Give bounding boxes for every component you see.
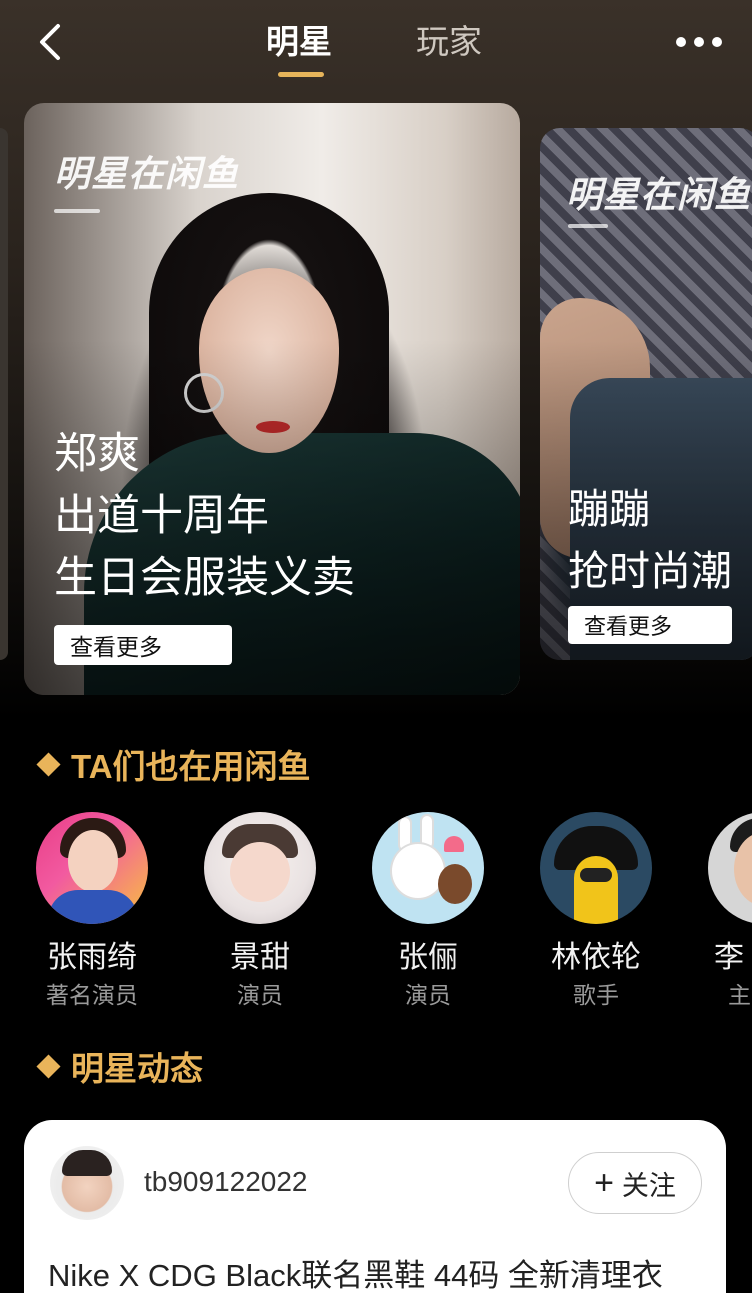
banner-title-line: 生日会服装义卖 [54,554,355,602]
celebrity-name: 张雨绮 [47,941,137,974]
celebrity-item[interactable]: 张俪 演员 [344,812,512,1010]
celebrity-role: 歌手 [573,982,619,1008]
post-text: Nike X CDG Black联名黑鞋 44码 全新清理衣 [48,1258,663,1293]
celebrity-name: 景甜 [230,941,290,974]
tab-players[interactable]: 玩家 [416,20,482,64]
celebrity-item[interactable]: 张雨绮 著名演员 [8,812,176,1010]
banner-title-line: 出道十周年 [54,492,269,540]
banner-logo-bar [54,209,100,213]
follow-button[interactable]: + 关注 [568,1152,702,1214]
avatar[interactable] [372,812,484,924]
diamond-icon [36,1053,61,1079]
banner-card-zheng-shuang[interactable]: 明星在闲鱼 郑爽 出道十周年 生日会服装义卖 查看更多 [24,103,520,695]
view-more-button[interactable]: 查看更多 [54,625,232,665]
diamond-icon [36,751,61,777]
avatar[interactable] [50,1146,124,1220]
banner-logo: 明星在闲鱼 [54,153,240,194]
view-more-button[interactable]: 查看更多 [568,606,732,644]
banner-title: 蹦蹦 抢时尚潮 [568,478,732,602]
avatar[interactable] [204,812,316,924]
celebrity-role: 演员 [237,982,283,1008]
section-heading-text: 明星动态 [71,1050,203,1087]
section-heading-star-news: 明星动态 [36,1044,203,1088]
previous-banner-peek[interactable] [0,128,8,660]
avatar[interactable] [540,812,652,924]
chevron-left-icon [40,24,60,60]
plus-icon: + [594,1164,614,1202]
more-dots-icon [694,37,704,47]
celebrity-name: 张俪 [398,941,458,974]
section-heading-text: TA们也在用闲鱼 [71,748,311,785]
avatar[interactable] [36,812,148,924]
section-heading-celebrities: TA们也在用闲鱼 [36,742,311,786]
celebrity-role: 主 [728,982,751,1008]
celebrity-name: 李 [714,941,744,974]
banner-title-line: 蹦蹦 [568,486,650,532]
more-button[interactable] [676,36,722,48]
celebrity-role: 著名演员 [46,982,138,1008]
banner-title: 郑爽 出道十周年 生日会服装义卖 [54,423,355,609]
tab-stars[interactable]: 明星 [266,20,332,64]
more-dots-icon [676,37,686,47]
feed-post-card[interactable]: tb909122022 + 关注 Nike X CDG Black联名黑鞋 44… [24,1120,726,1293]
banner-title-line: 郑爽 [54,430,140,478]
more-dots-icon [712,37,722,47]
banner-logo: 明星在闲鱼 [566,174,752,215]
back-button[interactable] [30,20,74,64]
celebrity-name: 林依轮 [551,941,641,974]
banner-card-bengbeng[interactable]: 明星在闲鱼 蹦蹦 抢时尚潮 查看更多 [540,128,752,660]
celebrity-item[interactable]: 李 主 [680,812,752,1010]
celebrity-item[interactable]: 景甜 演员 [176,812,344,1010]
celebrity-item[interactable]: 林依轮 歌手 [512,812,680,1010]
banner-title-line: 抢时尚潮 [568,548,732,594]
follow-label: 关注 [621,1170,676,1201]
active-tab-indicator [278,72,324,77]
avatar[interactable] [708,812,752,924]
celebrity-role: 演员 [405,982,451,1008]
banner-logo-bar [568,224,608,228]
post-username[interactable]: tb909122022 [144,1166,308,1198]
top-nav-bar: 明星 玩家 [0,0,752,92]
